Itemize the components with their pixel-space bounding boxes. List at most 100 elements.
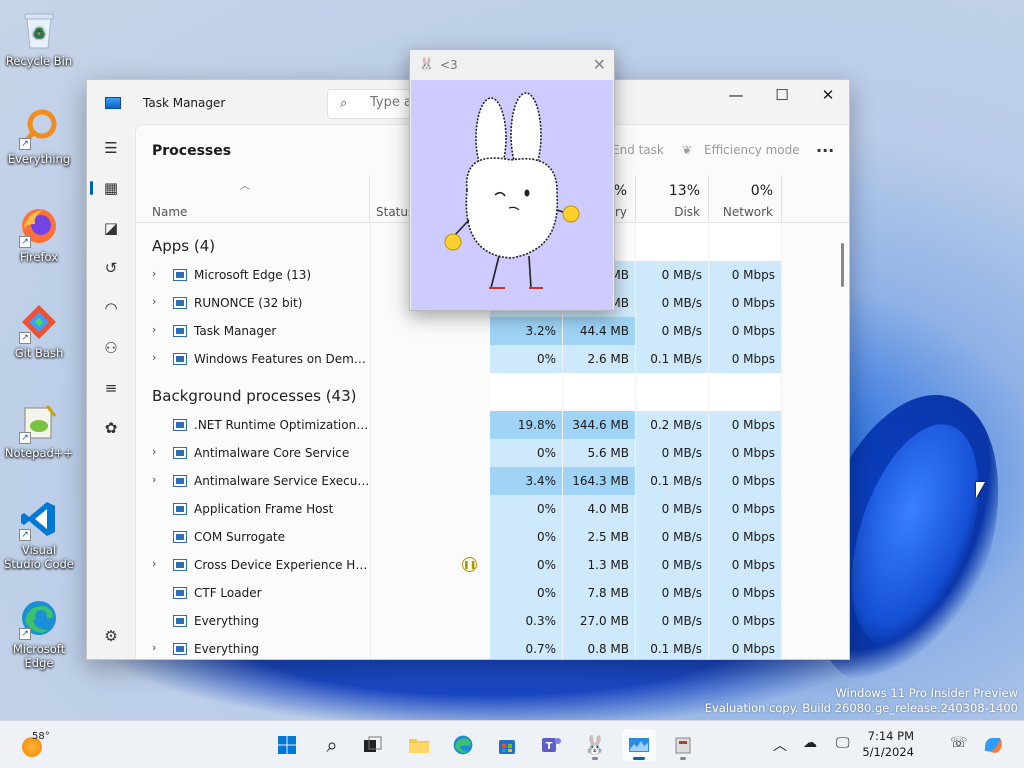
cell-cpu: 0% bbox=[490, 345, 563, 373]
sidebar-item-details[interactable]: ≡ bbox=[95, 372, 127, 404]
tray-notification-icon[interactable]: ☏ bbox=[950, 735, 968, 751]
sidebar-item-settings[interactable]: ⚙ bbox=[95, 620, 127, 652]
table-row[interactable]: › Antimalware Core Service 0% 5.6 MB 0 MB/s 0… bbox=[136, 439, 849, 467]
process-icon bbox=[172, 267, 188, 283]
cell-cpu: 0% bbox=[490, 523, 563, 551]
hamburger-menu-button[interactable]: ☰ bbox=[95, 132, 127, 164]
windows-watermark: Windows 11 Pro Insider Preview Evaluatio… bbox=[705, 686, 1018, 716]
process-name: Everything bbox=[194, 614, 259, 628]
taskbar-teams[interactable]: T bbox=[534, 729, 568, 761]
cell-disk: 0 MB/s bbox=[636, 289, 709, 317]
table-row[interactable]: CTF Loader 0% 7.8 MB 0 MB/s 0 Mbps bbox=[136, 579, 849, 607]
column-pct: 13% bbox=[668, 183, 700, 199]
taskbar-start-button[interactable] bbox=[270, 729, 304, 761]
sidebar-item-processes[interactable]: ▦ bbox=[90, 172, 127, 204]
taskbar-clock[interactable]: 7:14 PM 5/1/2024 bbox=[858, 728, 914, 760]
desktop-icon-notepadpp[interactable]: ↗ Notepad++ bbox=[4, 400, 74, 460]
more-options-button[interactable]: ... bbox=[816, 137, 834, 156]
cell-cpu: 0.7% bbox=[490, 635, 563, 659]
table-row[interactable]: Everything 0.3% 27.0 MB 0 MB/s 0 Mbps bbox=[136, 607, 849, 635]
table-row[interactable]: COM Surrogate 0% 2.5 MB 0 MB/s 0 Mbps bbox=[136, 523, 849, 551]
chevron-right-icon[interactable]: › bbox=[152, 641, 156, 654]
process-icon bbox=[172, 613, 188, 629]
chevron-right-icon[interactable]: › bbox=[152, 351, 156, 364]
desktop-icon-recycle-bin[interactable]: ♻ Recycle Bin bbox=[4, 8, 74, 68]
watermark-line: Windows 11 Pro Insider Preview bbox=[835, 686, 1018, 700]
desktop-icon-git-bash[interactable]: ↗ Git Bash bbox=[4, 300, 74, 360]
cell-cpu: 3.2% bbox=[490, 317, 563, 345]
cell-disk: 0.1 MB/s bbox=[636, 345, 709, 373]
search-icon: ⌕ bbox=[340, 96, 348, 111]
cell-disk: 0.1 MB/s bbox=[636, 467, 709, 495]
table-row[interactable]: › Cross Device Experience Host ... ❚❚ 0% 1.3… bbox=[136, 551, 849, 579]
bunny-popup-window[interactable]: 🐰 <3 ✕ bbox=[409, 49, 615, 311]
taskbar-file-explorer[interactable] bbox=[402, 729, 436, 761]
chevron-right-icon[interactable]: › bbox=[152, 295, 156, 308]
process-name: Everything bbox=[194, 642, 259, 656]
performance-icon: ◪ bbox=[103, 219, 119, 237]
sidebar-item-services[interactable]: ✿ bbox=[95, 412, 127, 444]
taskbar-bunny-app[interactable]: 🐰 bbox=[578, 729, 612, 761]
process-name: Cross Device Experience Host ... bbox=[194, 558, 370, 572]
tray-cloud-offline-icon[interactable]: ☁ bbox=[803, 735, 817, 751]
watermark-line: Evaluation copy. Build 26080.ge_release.… bbox=[704, 701, 1018, 715]
sidebar-item-app-history[interactable]: ↺ bbox=[95, 252, 127, 284]
bunny-app-icon: 🐰 bbox=[583, 734, 607, 756]
close-button[interactable]: ✕ bbox=[805, 80, 849, 110]
cell-network: 0 Mbps bbox=[709, 261, 782, 289]
running-indicator bbox=[680, 757, 686, 760]
taskbar-search-button[interactable]: ⌕ bbox=[315, 729, 349, 761]
cell-cpu: 0.3% bbox=[490, 607, 563, 635]
column-header-disk[interactable]: 13% Disk bbox=[636, 175, 709, 223]
end-task-button[interactable]: End task bbox=[612, 143, 664, 157]
popup-title-bar[interactable]: 🐰 <3 ✕ bbox=[410, 50, 614, 80]
table-row[interactable]: .NET Runtime Optimization Se... 19.8% 344.… bbox=[136, 411, 849, 439]
cell-cpu: 0% bbox=[490, 551, 563, 579]
desktop-icon-firefox[interactable]: ↗ Firefox bbox=[4, 204, 74, 264]
taskbar-store[interactable] bbox=[490, 729, 524, 761]
taskbar-edge[interactable] bbox=[446, 729, 480, 761]
mouse-cursor bbox=[976, 482, 985, 498]
maximize-button[interactable]: ☐ bbox=[759, 80, 805, 110]
cell-network: 0 Mbps bbox=[709, 345, 782, 373]
cell-cpu: 0% bbox=[490, 495, 563, 523]
chevron-right-icon[interactable]: › bbox=[152, 323, 156, 336]
desktop-icon-edge[interactable]: ↗ Microsoft Edge bbox=[4, 596, 74, 670]
taskbar-task-manager[interactable] bbox=[622, 729, 656, 761]
vertical-scrollbar[interactable] bbox=[841, 243, 844, 287]
column-header-name[interactable]: ︿ Name bbox=[136, 175, 370, 223]
efficiency-mode-button[interactable]: Efficiency mode bbox=[704, 143, 800, 157]
desktop-icon-everything[interactable]: ↗ Everything bbox=[4, 106, 74, 166]
chevron-right-icon[interactable]: › bbox=[152, 445, 156, 458]
process-icon bbox=[172, 295, 188, 311]
desktop-icon-vscode[interactable]: ↗ Visual Studio Code bbox=[4, 497, 74, 571]
desktop-icon-label: Notepad++ bbox=[4, 446, 74, 460]
process-group-header: Background processes (43) bbox=[136, 373, 849, 411]
chevron-right-icon[interactable]: › bbox=[152, 473, 156, 486]
table-row[interactable]: › Windows Features on Deman... 0% 2.6 MB 0.1… bbox=[136, 345, 849, 373]
sidebar-item-users[interactable]: ⚇ bbox=[95, 332, 127, 364]
tray-network-icon[interactable]: 🖵 bbox=[836, 735, 850, 751]
tray-copilot-icon[interactable] bbox=[982, 735, 1004, 759]
chevron-right-icon[interactable]: › bbox=[152, 267, 156, 280]
folder-icon bbox=[409, 739, 429, 753]
popup-close-button[interactable]: ✕ bbox=[593, 55, 606, 74]
table-row[interactable]: › Task Manager 3.2% 44.4 MB 0 MB/s 0 Mbps bbox=[136, 317, 849, 345]
column-header-network[interactable]: 0% Network bbox=[709, 175, 782, 223]
chevron-right-icon[interactable]: › bbox=[152, 557, 156, 570]
desktop-icon-label: Visual Studio Code bbox=[4, 543, 74, 571]
table-row[interactable]: › Everything 0.7% 0.8 MB 0.1 MB/s 0 Mbps bbox=[136, 635, 849, 659]
taskbar-installer[interactable] bbox=[666, 729, 700, 761]
sidebar: ☰ ▦ ◪ ↺ ◠ ⚇ ≡ ✿ ⚙ bbox=[87, 124, 135, 659]
cell-network: 0 Mbps bbox=[709, 317, 782, 345]
sidebar-item-performance[interactable]: ◪ bbox=[95, 212, 127, 244]
table-row[interactable]: › Antimalware Service Executable 3.4% 164.3… bbox=[136, 467, 849, 495]
minimize-button[interactable]: — bbox=[713, 80, 759, 110]
taskbar-task-view-button[interactable] bbox=[356, 729, 390, 761]
cell-network: 0 Mbps bbox=[709, 467, 782, 495]
gear-icon: ⚙ bbox=[104, 627, 118, 645]
tray-chevron-up-icon[interactable]: ︿ bbox=[773, 735, 787, 755]
sidebar-item-startup-apps[interactable]: ◠ bbox=[95, 292, 127, 324]
cell-memory: 164.3 MB bbox=[563, 467, 636, 495]
table-row[interactable]: Application Frame Host 0% 4.0 MB 0 MB/s 0 Mb… bbox=[136, 495, 849, 523]
